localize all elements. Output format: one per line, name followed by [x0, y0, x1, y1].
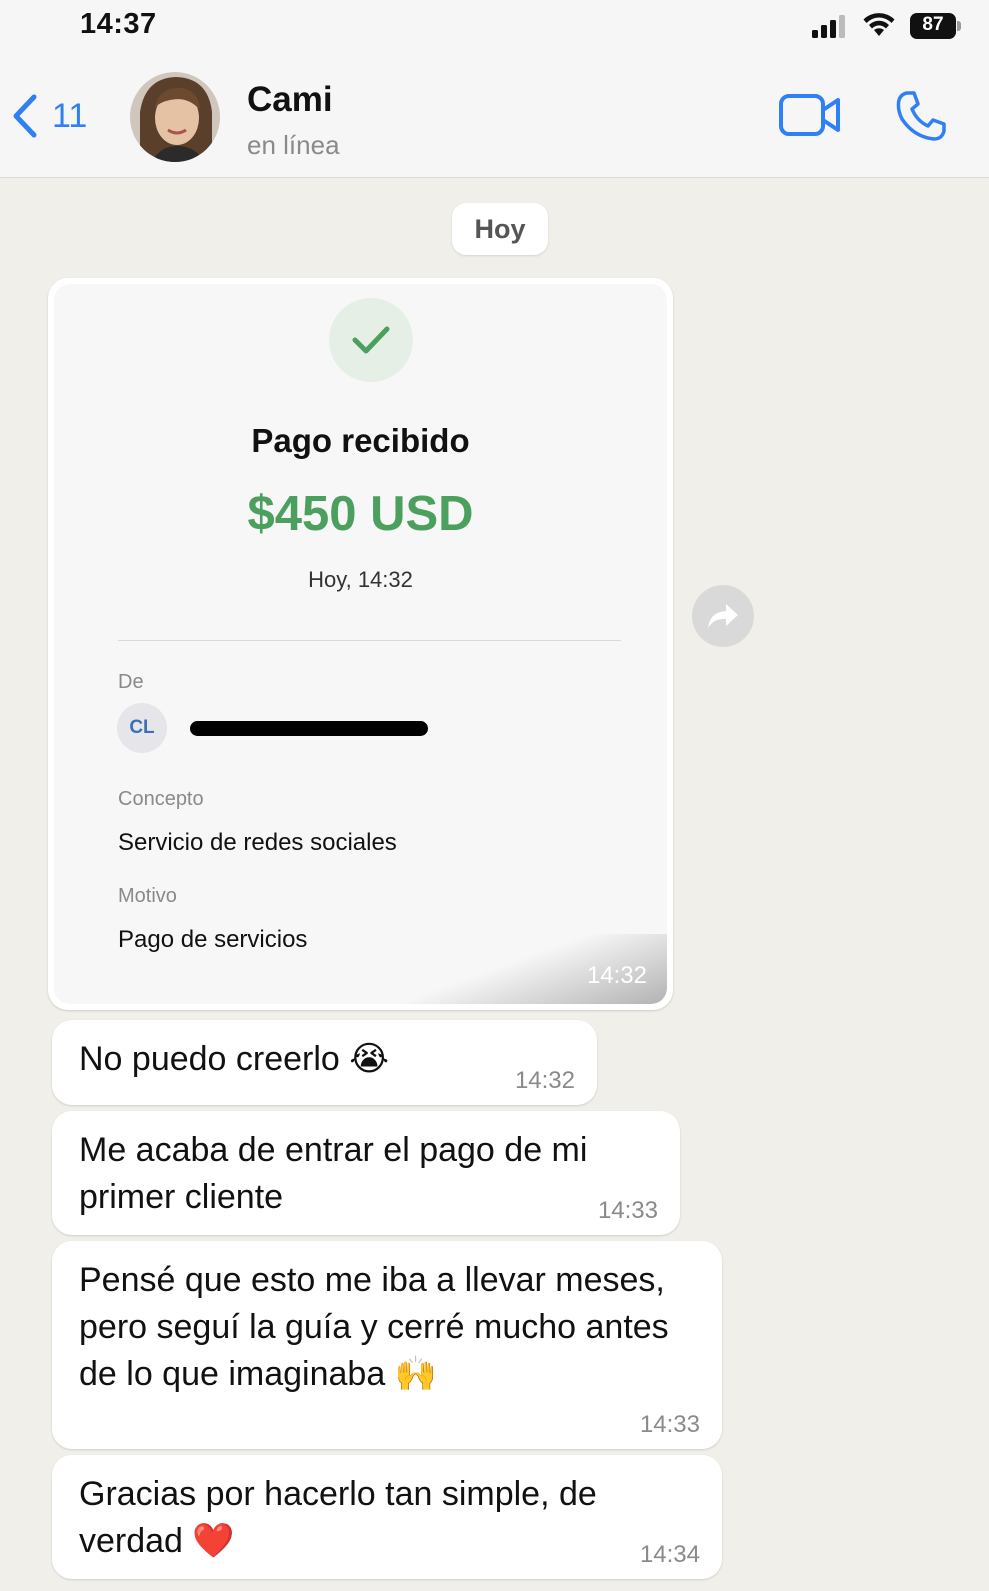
- chevron-left-icon: [13, 94, 37, 138]
- message-bubble[interactable]: Pensé que esto me iba a llevar meses, pe…: [52, 1241, 722, 1449]
- avatar[interactable]: [130, 72, 220, 162]
- wifi-icon: [863, 13, 895, 36]
- unread-count: 11: [52, 96, 88, 135]
- image-message[interactable]: Pago recibido $450 USD Hoy, 14:32 De CL …: [48, 278, 673, 1010]
- payment-receipt: Pago recibido $450 USD Hoy, 14:32 De CL …: [54, 284, 667, 1004]
- concept-label: Concepto: [118, 788, 204, 810]
- back-button[interactable]: 11: [12, 94, 87, 138]
- chat-header: 11 Cami en línea: [0, 52, 989, 178]
- status-bar: 14:37 87: [0, 0, 989, 52]
- divider: [118, 640, 621, 641]
- battery-level: 87: [922, 14, 944, 35]
- avatar-photo: [130, 72, 220, 162]
- crying-face-icon: 😭: [349, 1039, 390, 1079]
- battery-icon: 87: [910, 13, 962, 39]
- message-time: 14:32: [586, 962, 647, 989]
- receipt-amount: $450 USD: [247, 487, 474, 541]
- contact-name[interactable]: Cami: [247, 80, 333, 120]
- from-label: De: [118, 671, 144, 693]
- status-time: 14:37: [80, 8, 157, 40]
- message-time: 14:33: [639, 1411, 700, 1438]
- phone-icon[interactable]: [895, 90, 947, 142]
- date-separator: Hoy: [452, 203, 548, 255]
- signal-icon: [812, 15, 845, 38]
- forward-button[interactable]: [692, 585, 754, 647]
- message-time: 14:32: [514, 1067, 575, 1094]
- message-bubble[interactable]: No puedo creerlo 😭 14:32: [52, 1020, 597, 1105]
- message-text: Me acaba de entrar el pago de mi primer …: [79, 1131, 588, 1216]
- raising-hands-icon: 🙌: [394, 1354, 438, 1394]
- reason-label: Motivo: [118, 885, 177, 907]
- success-badge: [329, 298, 413, 382]
- checkmark-icon: [352, 326, 390, 354]
- redacted-name: [190, 721, 428, 736]
- video-call-icon[interactable]: [779, 94, 841, 136]
- message-time: 14:34: [639, 1541, 700, 1568]
- message-text: Pensé que esto me iba a llevar meses, pe…: [79, 1261, 669, 1394]
- receipt-title: Pago recibido: [251, 422, 470, 459]
- contact-status: en línea: [247, 130, 340, 160]
- sender-initials: CL: [117, 703, 167, 753]
- concept-value: Servicio de redes sociales: [118, 829, 397, 856]
- forward-icon: [708, 604, 738, 628]
- message-bubble[interactable]: Me acaba de entrar el pago de mi primer …: [52, 1111, 680, 1235]
- reason-value: Pago de servicios: [118, 926, 308, 953]
- receipt-date: Hoy, 14:32: [308, 567, 413, 592]
- message-bubble[interactable]: Gracias por hacerlo tan simple, de verda…: [52, 1455, 722, 1579]
- red-heart-icon: ❤️: [192, 1521, 235, 1561]
- message-time: 14:33: [597, 1197, 658, 1224]
- message-text: No puedo creerlo 😭: [79, 1039, 390, 1079]
- message-text: Gracias por hacerlo tan simple, de verda…: [79, 1475, 597, 1561]
